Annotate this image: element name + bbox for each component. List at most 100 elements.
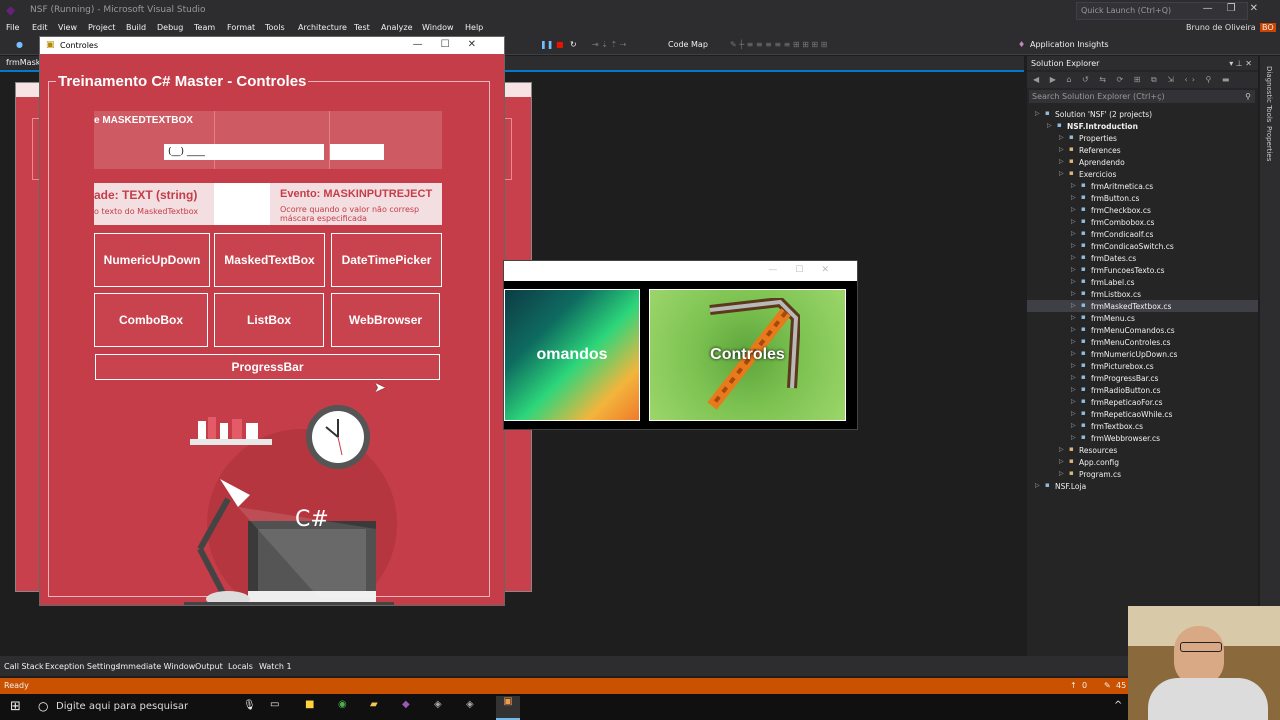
tree-item[interactable]: ▷ ▪ frmCondicaoSwitch.cs <box>1027 240 1258 252</box>
app-insights-button[interactable]: Application Insights <box>1030 40 1109 49</box>
expand-arrow-icon[interactable]: ▷ <box>1035 482 1040 489</box>
expand-arrow-icon[interactable]: ▷ <box>1071 362 1076 369</box>
tree-item[interactable]: ▷ ▪ frmNumericUpDown.cs <box>1027 348 1258 360</box>
solution-explorer-search-input[interactable]: Search Solution Explorer (Ctrl+ç) ⚲ <box>1029 90 1255 103</box>
file-explorer-icon[interactable]: ▰ <box>370 699 378 710</box>
expand-arrow-icon[interactable]: ▷ <box>1059 170 1064 177</box>
expand-arrow-icon[interactable]: ▷ <box>1071 290 1076 297</box>
restart-icon[interactable]: ↻ <box>570 40 577 49</box>
expand-arrow-icon[interactable]: ▷ <box>1059 158 1064 165</box>
expand-arrow-icon[interactable]: ▷ <box>1071 218 1076 225</box>
tree-item[interactable]: ▷ ▪ frmRepeticaoFor.cs <box>1027 396 1258 408</box>
listbox-button[interactable]: ListBox <box>214 293 324 347</box>
controles-card[interactable]: Controles <box>649 289 846 421</box>
tree-item[interactable]: ▷ ▪ Exercicios <box>1027 168 1258 180</box>
maskedtextbox-button[interactable]: MaskedTextBox <box>214 233 325 287</box>
expand-arrow-icon[interactable]: ▷ <box>1071 374 1076 381</box>
cortana-icon[interactable]: ○ <box>38 699 48 713</box>
expand-arrow-icon[interactable]: ▷ <box>1071 326 1076 333</box>
tree-item[interactable]: ▷ ▪ frmCondicaoIf.cs <box>1027 228 1258 240</box>
expand-arrow-icon[interactable]: ▷ <box>1071 254 1076 261</box>
app-icon-1[interactable]: ◈ <box>434 699 442 710</box>
expand-arrow-icon[interactable]: ▷ <box>1059 134 1064 141</box>
menu-architecture[interactable]: Architecture <box>298 23 347 32</box>
user-name[interactable]: Bruno de Oliveira <box>1186 23 1256 32</box>
vs-window-controls[interactable]: —❐✕ <box>1203 3 1272 14</box>
expand-arrow-icon[interactable]: ▷ <box>1059 458 1064 465</box>
menu-tools[interactable]: Tools <box>265 23 285 32</box>
expand-arrow-icon[interactable]: ▷ <box>1071 398 1076 405</box>
expand-arrow-icon[interactable]: ▷ <box>1071 386 1076 393</box>
expand-arrow-icon[interactable]: ▷ <box>1071 194 1076 201</box>
tree-item[interactable]: ▷ ▪ frmMaskedTextbox.cs <box>1027 300 1258 312</box>
menu-file[interactable]: File <box>6 23 19 32</box>
expand-arrow-icon[interactable]: ▷ <box>1071 422 1076 429</box>
tree-item[interactable]: ▷ ▪ frmCheckbox.cs <box>1027 204 1258 216</box>
tree-item[interactable]: ▷ ▪ frmPicturebox.cs <box>1027 360 1258 372</box>
expand-arrow-icon[interactable]: ▷ <box>1071 206 1076 213</box>
windows-start-icon[interactable]: ⊞ <box>10 699 21 714</box>
tree-item[interactable]: ▷ ▪ frmButton.cs <box>1027 192 1258 204</box>
menu-team[interactable]: Team <box>194 23 215 32</box>
tab-watch[interactable]: Watch 1 <box>259 662 292 671</box>
expand-arrow-icon[interactable]: ▷ <box>1059 470 1064 477</box>
microphone-icon[interactable]: 🎙 <box>243 700 256 711</box>
menu-help[interactable]: Help <box>465 23 483 32</box>
expand-arrow-icon[interactable]: ▷ <box>1071 338 1076 345</box>
tree-item[interactable]: ▷ ▪ Program.cs <box>1027 468 1258 480</box>
tray-arrow-icon[interactable]: ^ <box>1114 700 1122 711</box>
stop-icon[interactable]: ■ <box>556 40 564 49</box>
expand-arrow-icon[interactable]: ▷ <box>1071 350 1076 357</box>
tree-item[interactable]: ▷ ▪ Resources <box>1027 444 1258 456</box>
menu-debug[interactable]: Debug <box>157 23 183 32</box>
tree-item[interactable]: ▷ ▪ frmFuncoesTexto.cs <box>1027 264 1258 276</box>
expand-arrow-icon[interactable]: ▷ <box>1047 122 1052 129</box>
tree-item[interactable]: ▷ ▪ References <box>1027 144 1258 156</box>
datetimepicker-button[interactable]: DateTimePicker <box>331 233 442 287</box>
visual-studio-taskbar-icon[interactable]: ◆ <box>402 699 410 710</box>
expand-arrow-icon[interactable]: ▷ <box>1071 242 1076 249</box>
expand-arrow-icon[interactable]: ▷ <box>1071 410 1076 417</box>
user-avatar[interactable]: BO <box>1260 23 1276 32</box>
tree-item[interactable]: ▷ ▪ frmWebbrowser.cs <box>1027 432 1258 444</box>
menu-window[interactable]: Window <box>422 23 454 32</box>
tree-item[interactable]: ▷ ▪ frmMenuControles.cs <box>1027 336 1258 348</box>
format-icons[interactable]: ✎ ┼ ≡ ≡ ≡ ≡ ≡ ⊞ ⊞ ⊞ ⊞ <box>730 40 827 49</box>
progressbar-button[interactable]: ProgressBar <box>95 354 440 380</box>
code-map-button[interactable]: Code Map <box>668 40 708 49</box>
tab-call-stack[interactable]: Call Stack <box>4 662 44 671</box>
taskbar-search[interactable]: Digite aqui para pesquisar <box>56 701 188 712</box>
properties-tab[interactable]: Properties <box>1265 126 1273 161</box>
tree-item[interactable]: ▷ ▪ frmRadioButton.cs <box>1027 384 1258 396</box>
menu-view[interactable]: View <box>58 23 77 32</box>
tree-item[interactable]: ▷ ▪ frmRepeticaoWhile.cs <box>1027 408 1258 420</box>
menu-format[interactable]: Format <box>227 23 255 32</box>
tree-item[interactable]: ▷ ▪ frmMenuComandos.cs <box>1027 324 1258 336</box>
tree-item[interactable]: ▷ ▪ Properties <box>1027 132 1258 144</box>
expand-arrow-icon[interactable]: ▷ <box>1071 314 1076 321</box>
tree-item[interactable]: ▷ ▪ Solution 'NSF' (2 projects) <box>1027 108 1258 120</box>
se-toolbar-icons[interactable]: ◀ ▶ ⌂ ↺ ⇆ ⟳ ⊞ ⧉ ⇲ ‹› ⚲ ▬ <box>1033 75 1233 85</box>
tree-item[interactable]: ▷ ▪ NSF.Loja <box>1027 480 1258 492</box>
menu-analyze[interactable]: Analyze <box>381 23 413 32</box>
tree-item[interactable]: ▷ ▪ frmListbox.cs <box>1027 288 1258 300</box>
tree-item[interactable]: ▷ ▪ NSF.Introduction <box>1027 120 1258 132</box>
masked-input[interactable]: (__) ____ <box>164 144 324 160</box>
tree-item[interactable]: ▷ ▪ frmProgressBar.cs <box>1027 372 1258 384</box>
masked-input-secondary[interactable] <box>330 144 384 160</box>
numericupdown-button[interactable]: NumericUpDown <box>94 233 210 287</box>
tree-item[interactable]: ▷ ▪ frmCombobox.cs <box>1027 216 1258 228</box>
comandos-card[interactable]: omandos <box>504 289 640 421</box>
expand-arrow-icon[interactable]: ▷ <box>1071 302 1076 309</box>
step-icons[interactable]: ⇥ ⇣ ⇡ ⇢ <box>592 40 626 49</box>
menu-project[interactable]: Project <box>88 23 115 32</box>
tree-item[interactable]: ▷ ▪ frmDates.cs <box>1027 252 1258 264</box>
app-icon-2[interactable]: ◈ <box>466 699 474 710</box>
webbrowser-button[interactable]: WebBrowser <box>331 293 440 347</box>
tab-exception-settings[interactable]: Exception Settings <box>45 662 120 671</box>
tree-item[interactable]: ▷ ▪ frmAritmetica.cs <box>1027 180 1258 192</box>
chrome-icon[interactable]: ◉ <box>338 699 347 710</box>
menu-test[interactable]: Test <box>354 23 370 32</box>
menu-edit[interactable]: Edit <box>32 23 48 32</box>
combobox-button[interactable]: ComboBox <box>94 293 208 347</box>
